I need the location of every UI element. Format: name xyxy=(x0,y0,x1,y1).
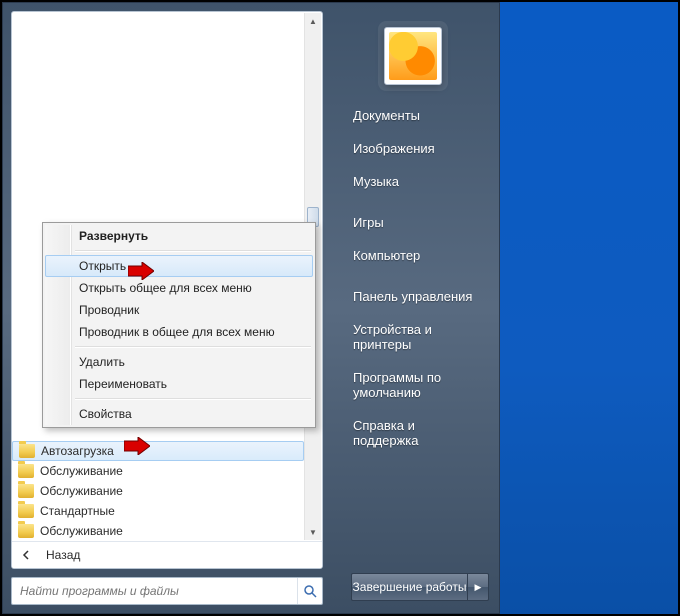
context-menu-separator xyxy=(75,346,311,348)
right-pane-link[interactable]: Изображения xyxy=(351,132,483,165)
context-menu: Развернуть ОткрытьОткрыть общее для всех … xyxy=(42,222,316,428)
folder-item[interactable]: Стандартные xyxy=(12,501,304,521)
scroll-down-arrow-icon[interactable]: ▼ xyxy=(305,524,321,540)
context-menu-item[interactable]: Свойства xyxy=(45,403,313,425)
context-menu-item[interactable]: Проводник xyxy=(45,299,313,321)
right-pane-link[interactable]: Документы xyxy=(351,99,483,132)
shutdown-label: Завершение работы xyxy=(353,580,467,594)
search-row xyxy=(11,577,323,605)
context-menu-item[interactable]: Развернуть xyxy=(45,225,313,247)
back-button[interactable]: Назад xyxy=(12,541,322,568)
folder-icon xyxy=(18,484,34,498)
back-arrow-icon xyxy=(22,550,32,560)
folder-item[interactable]: Обслуживание xyxy=(12,461,304,481)
right-pane-link[interactable]: Музыка xyxy=(351,165,483,198)
desktop: ▲ ▼ Автозагрузка Обслуживание Обслуживание… xyxy=(0,0,680,616)
folder-label: Обслуживание xyxy=(40,484,123,498)
context-menu-separator xyxy=(75,398,311,400)
context-menu-item[interactable]: Проводник в общее для всех меню xyxy=(45,321,313,343)
folder-label: Автозагрузка xyxy=(41,444,114,458)
annotation-arrow-open xyxy=(128,262,154,280)
context-menu-item[interactable]: Удалить xyxy=(45,351,313,373)
scroll-up-arrow-icon[interactable]: ▲ xyxy=(305,13,321,29)
search-box[interactable] xyxy=(11,577,323,605)
shutdown-button[interactable]: Завершение работы xyxy=(351,573,467,601)
context-menu-item[interactable]: Открыть общее для всех меню xyxy=(45,277,313,299)
search-icon[interactable] xyxy=(297,578,322,604)
flower-icon xyxy=(389,32,437,80)
triangle-right-icon: ▶ xyxy=(475,582,482,593)
folders-list: Автозагрузка Обслуживание Обслуживание Стан… xyxy=(12,441,304,541)
right-pane-link[interactable]: Компьютер xyxy=(351,239,483,272)
back-label: Назад xyxy=(46,548,80,562)
folder-label: Стандартные xyxy=(40,504,115,518)
folder-icon xyxy=(19,444,35,458)
folder-icon xyxy=(18,464,34,478)
shutdown-options-button[interactable]: ▶ xyxy=(467,573,489,601)
user-avatar[interactable] xyxy=(384,27,442,85)
spacer xyxy=(351,198,483,206)
right-pane-link[interactable]: Устройства и принтеры xyxy=(351,313,483,361)
folder-icon xyxy=(18,504,34,518)
annotation-arrow-autostart xyxy=(124,437,150,455)
context-menu-item[interactable]: Открыть xyxy=(45,255,313,277)
folder-item[interactable]: Обслуживание xyxy=(12,521,304,541)
folder-icon xyxy=(18,524,34,538)
right-pane-link[interactable]: Игры xyxy=(351,206,483,239)
context-menu-item[interactable]: Переименовать xyxy=(45,373,313,395)
folder-item[interactable]: Обслуживание xyxy=(12,481,304,501)
folder-item[interactable]: Автозагрузка xyxy=(12,441,304,461)
search-input[interactable] xyxy=(12,584,297,598)
right-pane-link[interactable]: Панель управления xyxy=(351,280,483,313)
shutdown-row: Завершение работы ▶ xyxy=(351,573,489,601)
right-pane-link[interactable]: Программы по умолчанию xyxy=(351,361,483,409)
start-menu-right-pane: ДокументыИзображенияМузыка ИгрыКомпьютер П… xyxy=(327,3,499,613)
right-pane-link[interactable]: Справка и поддержка xyxy=(351,409,483,457)
spacer xyxy=(351,272,483,280)
folder-label: Обслуживание xyxy=(40,524,123,538)
folder-label: Обслуживание xyxy=(40,464,123,478)
right-pane-links: ДокументыИзображенияМузыка ИгрыКомпьютер П… xyxy=(327,99,499,457)
context-menu-separator xyxy=(75,250,311,252)
